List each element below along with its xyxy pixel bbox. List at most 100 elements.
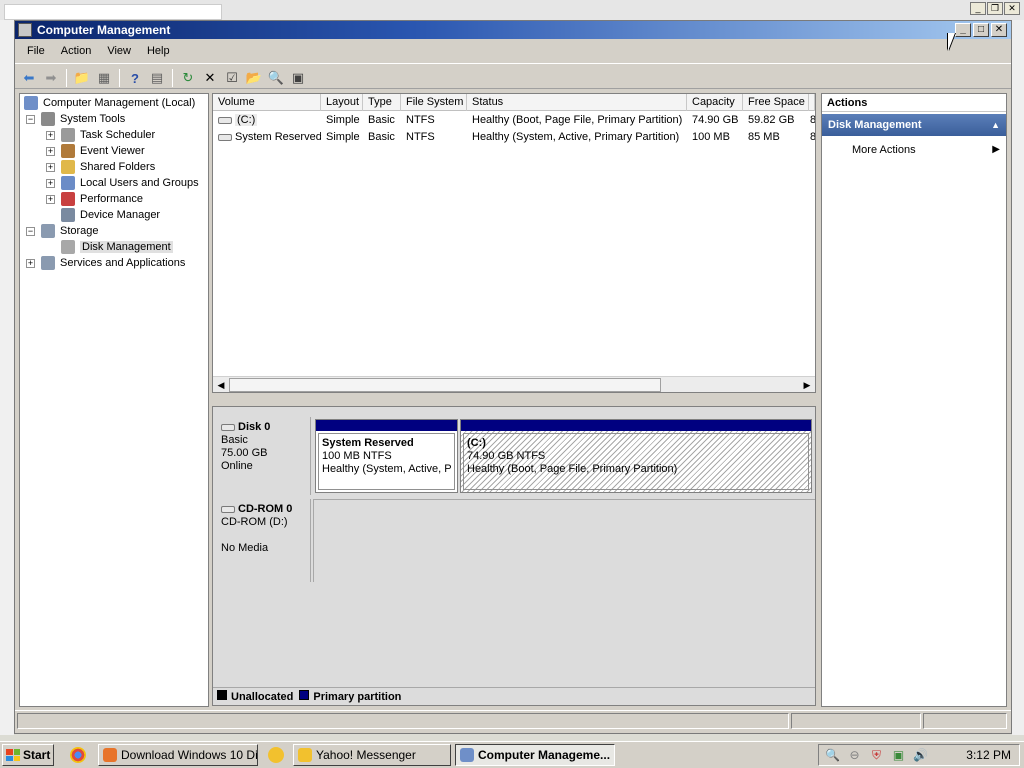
device-manager-icon <box>61 208 75 222</box>
expand-icon[interactable]: + <box>46 178 55 188</box>
overflow-cell: 8 <box>810 114 815 126</box>
network-icon[interactable]: ▣ <box>891 748 906 763</box>
minus-circle-icon[interactable]: ⊖ <box>847 748 862 763</box>
partition-name: (C:) <box>467 437 486 449</box>
title-bar[interactable]: Computer Management _ □ ✕ <box>15 21 1011 39</box>
column-header-capacity[interactable]: Capacity <box>687 94 743 111</box>
tree-item[interactable]: + Services and Applications <box>26 255 185 271</box>
scrollbar-thumb[interactable] <box>229 378 661 392</box>
capacity-cell: 74.90 GB <box>692 114 739 126</box>
properties-icon[interactable]: ☑ <box>222 69 242 87</box>
free-space-cell: 59.82 GB <box>748 114 795 126</box>
help-icon[interactable]: ? <box>125 69 145 87</box>
column-header-free-space[interactable]: Free Space <box>743 94 809 111</box>
collapse-icon[interactable]: − <box>26 114 35 124</box>
tree-item-label: Computer Management (Local) <box>43 97 196 109</box>
forward-icon[interactable]: ➡ <box>41 69 61 87</box>
tree-item-label: Event Viewer <box>80 145 145 157</box>
taskbar-button[interactable]: Download Windows 10 Di... <box>98 744 258 766</box>
column-header-status[interactable]: Status <box>467 94 687 111</box>
chrome-icon[interactable] <box>70 747 86 763</box>
expand-icon[interactable]: + <box>26 258 35 268</box>
tree-item[interactable]: Device Manager <box>46 207 160 223</box>
taskbar-button[interactable]: Yahoo! Messenger <box>293 744 451 766</box>
security-icon[interactable]: ⛨ <box>869 748 884 763</box>
column-header-type[interactable]: Type <box>363 94 401 111</box>
tree-item[interactable]: + Local Users and Groups <box>46 175 199 191</box>
back-icon[interactable]: ⬅ <box>19 69 39 87</box>
expand-icon[interactable]: + <box>46 130 55 140</box>
menu-file[interactable]: File <box>19 41 53 61</box>
capacity-cell: 100 MB <box>692 131 730 143</box>
window-title: Computer Management <box>37 23 171 37</box>
clock[interactable]: 3:12 PM <box>966 748 1011 762</box>
scroll-right-icon[interactable]: ▶ <box>799 377 815 393</box>
tree-item[interactable]: + Shared Folders <box>46 159 155 175</box>
disk-map: Disk 0 Basic 75.00 GB Online System Rese… <box>212 406 816 706</box>
volume-list-header: Volume Layout Type File System Status Ca… <box>213 94 815 111</box>
expand-icon[interactable]: + <box>46 162 55 172</box>
status-segment <box>923 713 1007 729</box>
column-header-layout[interactable]: Layout <box>321 94 363 111</box>
delete-icon[interactable]: ✕ <box>200 69 220 87</box>
scroll-left-icon[interactable]: ◀ <box>213 377 229 393</box>
expand-icon[interactable]: + <box>46 194 55 204</box>
maximize-button[interactable]: □ <box>973 23 989 37</box>
tree-item[interactable]: − System Tools <box>26 111 125 127</box>
disk-size: 75.00 GB <box>221 447 268 459</box>
tree-item[interactable]: + Performance <box>46 191 143 207</box>
horizontal-scrollbar[interactable]: ◀ ▶ <box>213 376 815 392</box>
file-system-cell: NTFS <box>406 114 435 126</box>
partition-system-reserved[interactable]: System Reserved 100 MB NTFS Healthy (Sys… <box>315 419 458 493</box>
show-hide-tree-icon[interactable]: ▦ <box>94 69 114 87</box>
collapse-icon[interactable]: − <box>26 226 35 236</box>
start-button[interactable]: Start <box>2 744 54 766</box>
status-segment <box>791 713 921 729</box>
search-icon[interactable]: 🔍 <box>266 69 286 87</box>
volume-row[interactable]: (C:) Simple Basic NTFS Healthy (Boot, Pa… <box>213 112 815 129</box>
partition-c-drive[interactable]: (C:) 74.90 GB NTFS Healthy (Boot, Page F… <box>460 419 812 493</box>
tree-item[interactable]: − Storage <box>26 223 99 239</box>
primary-swatch <box>299 690 310 700</box>
up-folder-icon[interactable]: 📁 <box>72 69 92 87</box>
volume-row[interactable]: System Reserved Simple Basic NTFS Health… <box>213 129 815 146</box>
tree-item[interactable]: + Event Viewer <box>46 143 145 159</box>
collapse-icon[interactable]: ▲ <box>991 120 1000 130</box>
tree-item-label: Device Manager <box>80 209 161 221</box>
file-system-cell: NTFS <box>406 131 435 143</box>
expand-icon[interactable]: + <box>46 146 55 156</box>
partition-bar <box>461 420 811 431</box>
actions-section-disk-management[interactable]: Disk Management ▲ <box>822 114 1006 136</box>
close-button[interactable]: ✕ <box>991 23 1007 37</box>
more-actions-item[interactable]: More Actions ▶ <box>822 142 1006 158</box>
cdrom-icon <box>221 505 235 513</box>
tree-item[interactable]: + Task Scheduler <box>46 127 155 143</box>
shared-folder-icon <box>61 160 75 174</box>
partition-status: Healthy (System, Active, P <box>322 463 451 475</box>
tools-icon <box>41 112 55 126</box>
unallocated-swatch <box>217 690 227 700</box>
menu-view[interactable]: View <box>99 41 139 61</box>
column-header-file-system[interactable]: File System <box>401 94 467 111</box>
view-icon[interactable]: ▣ <box>288 69 308 87</box>
show-hide-action-pane-icon[interactable]: ▤ <box>147 69 167 87</box>
background-left-strip <box>0 20 14 735</box>
search-icon[interactable]: 🔍 <box>825 748 840 763</box>
cdrom-0-info[interactable]: CD-ROM 0 CD-ROM (D:) No Media <box>215 499 311 582</box>
volume-icon[interactable]: 🔊 <box>913 748 928 763</box>
taskbar-button-label: Download Windows 10 Di... <box>121 748 258 762</box>
background-restore-icon: ❐ <box>987 2 1003 15</box>
tree-item[interactable]: Computer Management (Local) <box>24 95 195 111</box>
refresh-icon[interactable]: ↻ <box>178 69 198 87</box>
toolbar-separator <box>172 69 173 87</box>
tree-item[interactable]: Disk Management <box>46 239 173 255</box>
column-header-overflow[interactable] <box>809 94 815 111</box>
messenger-quicklaunch-icon[interactable] <box>268 747 284 763</box>
menu-action[interactable]: Action <box>53 41 100 61</box>
column-header-volume[interactable]: Volume <box>213 94 321 111</box>
cdrom-area[interactable] <box>313 499 815 582</box>
menu-help[interactable]: Help <box>139 41 178 61</box>
disk-0-info[interactable]: Disk 0 Basic 75.00 GB Online <box>215 417 311 495</box>
taskbar-button[interactable]: Computer Manageme... <box>455 744 615 766</box>
open-icon[interactable]: 📂 <box>244 69 264 87</box>
